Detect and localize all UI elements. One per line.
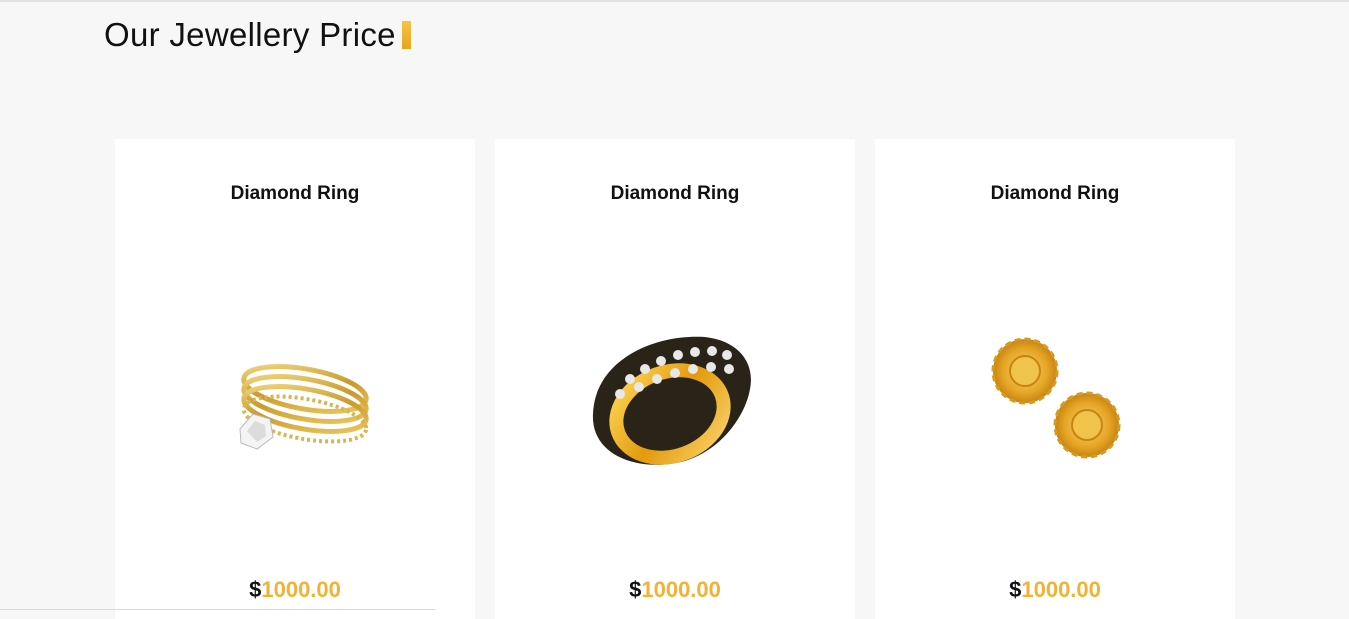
price-amount: 1000.00	[1021, 577, 1101, 602]
product-card[interactable]: Diamond Ring $1000.00	[495, 139, 855, 619]
gold-stud-earrings-image[interactable]	[955, 319, 1155, 479]
price-currency: $	[629, 577, 642, 602]
gold-band-ring-image[interactable]	[575, 319, 775, 479]
price-currency: $	[249, 577, 262, 602]
product-card[interactable]: Diamond Ring $1000.00	[115, 139, 475, 619]
price-currency: $	[1009, 577, 1022, 602]
product-title[interactable]: Diamond Ring	[495, 183, 855, 205]
product-price: $1000.00	[115, 577, 475, 603]
product-price: $1000.00	[875, 577, 1235, 603]
price-amount: 1000.00	[261, 577, 341, 602]
product-price: $1000.00	[495, 577, 855, 603]
product-card[interactable]: Diamond Ring $1000.00	[875, 139, 1235, 619]
product-title[interactable]: Diamond Ring	[875, 183, 1235, 205]
gold-diamond-ring-image[interactable]	[195, 319, 395, 479]
product-title[interactable]: Diamond Ring	[115, 183, 475, 205]
title-accent-bar	[401, 21, 411, 49]
section-title-text: Our Jewellery Price	[104, 16, 396, 53]
price-amount: 1000.00	[641, 577, 721, 602]
section-title: Our Jewellery Price	[104, 16, 411, 54]
